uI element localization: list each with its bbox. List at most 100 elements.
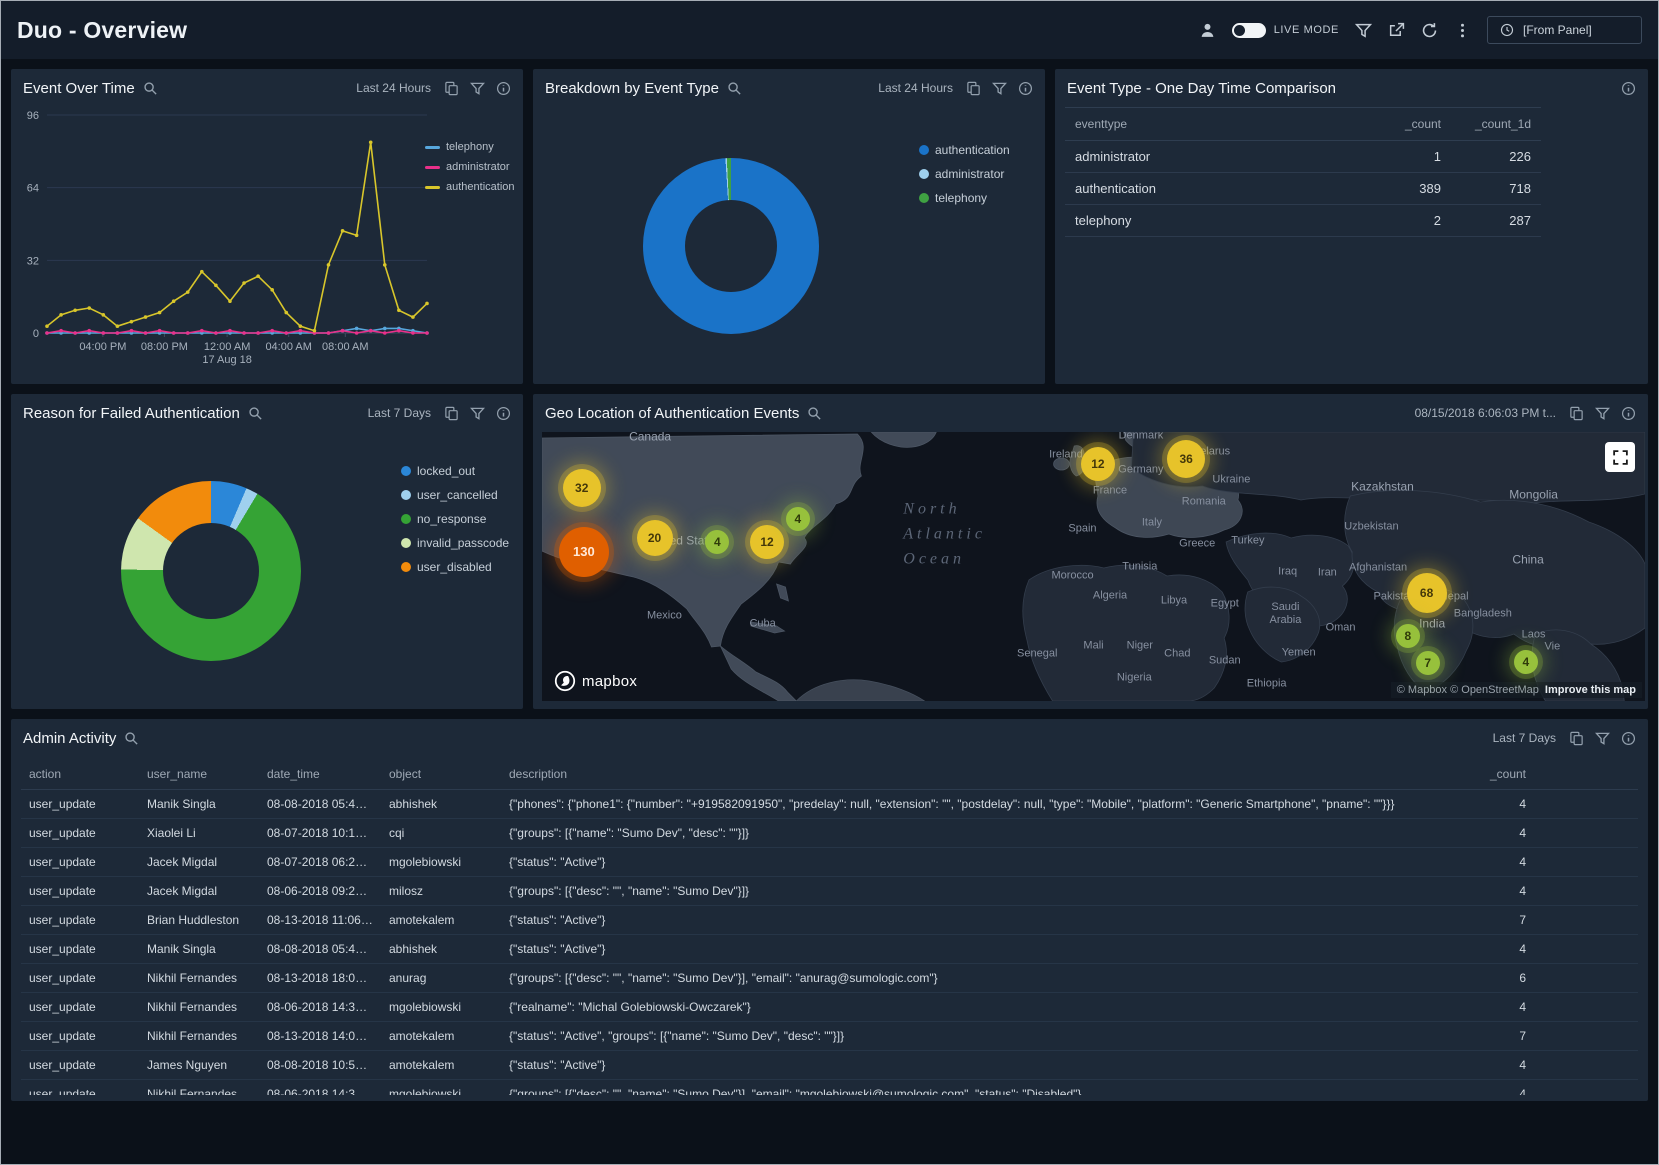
info-icon[interactable] bbox=[1018, 81, 1033, 96]
legend-item[interactable]: no_response bbox=[401, 512, 509, 526]
map-cluster-marker[interactable]: 4 bbox=[705, 530, 729, 554]
map-cluster-marker[interactable]: 7 bbox=[1416, 651, 1440, 675]
copy-icon[interactable] bbox=[1569, 406, 1584, 421]
info-icon[interactable] bbox=[1621, 731, 1636, 746]
column-header[interactable]: action bbox=[21, 759, 139, 790]
filter-icon[interactable] bbox=[992, 81, 1007, 96]
panel-time-range[interactable]: Last 7 Days bbox=[368, 406, 431, 420]
improve-map-link[interactable]: Improve this map bbox=[1545, 684, 1636, 696]
time-range-value: [From Panel] bbox=[1523, 23, 1592, 37]
zoom-in-icon[interactable] bbox=[124, 731, 139, 746]
info-icon[interactable] bbox=[496, 406, 511, 421]
column-header[interactable]: date_time bbox=[259, 759, 381, 790]
table-row[interactable]: user_updateNikhil Fernandes08-06-2018 14… bbox=[21, 993, 1638, 1022]
table-cell: authentication bbox=[1065, 173, 1371, 205]
map-cluster-marker[interactable]: 36 bbox=[1167, 440, 1205, 478]
failed-auth-donut-chart[interactable] bbox=[121, 481, 301, 661]
zoom-in-icon[interactable] bbox=[143, 81, 158, 96]
legend-item[interactable]: telephony bbox=[425, 141, 519, 153]
copy-icon[interactable] bbox=[444, 81, 459, 96]
time-range-selector[interactable]: [From Panel] bbox=[1487, 16, 1642, 44]
dashboard-grid: Event Over Time Last 24 Hours 032649604:… bbox=[1, 59, 1658, 1111]
table-row[interactable]: administrator1226 bbox=[1065, 141, 1541, 173]
zoom-in-icon[interactable] bbox=[248, 406, 263, 421]
user-icon[interactable] bbox=[1199, 22, 1216, 39]
filter-icon[interactable] bbox=[470, 81, 485, 96]
info-icon[interactable] bbox=[1621, 406, 1636, 421]
map-cluster-marker[interactable]: 12 bbox=[750, 525, 784, 559]
map-cluster-marker[interactable]: 4 bbox=[1514, 650, 1538, 674]
column-header[interactable]: _count bbox=[1468, 759, 1638, 790]
copy-icon[interactable] bbox=[444, 406, 459, 421]
filter-icon[interactable] bbox=[470, 406, 485, 421]
panel-time-range[interactable]: Last 24 Hours bbox=[356, 81, 431, 95]
column-header[interactable]: _count bbox=[1371, 108, 1451, 141]
map-cluster-marker[interactable]: 20 bbox=[637, 520, 673, 556]
filter-icon[interactable] bbox=[1355, 22, 1372, 39]
legend-item[interactable]: authentication bbox=[919, 143, 1010, 157]
attribution-text[interactable]: © Mapbox © OpenStreetMap bbox=[1397, 684, 1539, 696]
info-icon[interactable] bbox=[496, 81, 511, 96]
kebab-menu-icon[interactable] bbox=[1454, 22, 1471, 39]
mapbox-wordmark: mapbox bbox=[582, 673, 637, 690]
copy-icon[interactable] bbox=[966, 81, 981, 96]
map-cluster-marker[interactable]: 68 bbox=[1407, 573, 1447, 613]
panel-title: Event Over Time bbox=[23, 80, 135, 97]
legend-item[interactable]: user_disabled bbox=[401, 560, 509, 574]
table-row[interactable]: user_updateXiaolei Li08-07-2018 10:19:57… bbox=[21, 819, 1638, 848]
event-type-donut-chart[interactable] bbox=[643, 158, 819, 334]
table-row[interactable]: user_updateJacek Migdal08-07-2018 06:22:… bbox=[21, 848, 1638, 877]
legend-item[interactable]: locked_out bbox=[401, 464, 509, 478]
legend-item[interactable]: user_cancelled bbox=[401, 488, 509, 502]
legend-item[interactable]: administrator bbox=[919, 167, 1010, 181]
legend-item[interactable]: administrator bbox=[425, 161, 519, 173]
table-cell: abhishek bbox=[381, 935, 501, 964]
map-cluster-marker[interactable]: 12 bbox=[1081, 447, 1115, 481]
table-row[interactable]: user_updateJames Nguyen08-08-2018 10:50:… bbox=[21, 1051, 1638, 1080]
share-icon[interactable] bbox=[1388, 22, 1405, 39]
column-header[interactable]: user_name bbox=[139, 759, 259, 790]
table-row[interactable]: authentication389718 bbox=[1065, 173, 1541, 205]
panel-breakdown-by-event-type: Breakdown by Event Type Last 24 Hours au… bbox=[533, 69, 1045, 384]
map-cluster-marker[interactable]: 32 bbox=[563, 469, 601, 507]
map-cluster-marker[interactable]: 130 bbox=[559, 527, 609, 577]
table-row[interactable]: user_updateNikhil Fernandes08-13-2018 14… bbox=[21, 1022, 1638, 1051]
map-attribution: © Mapbox © OpenStreetMap Improve this ma… bbox=[1391, 682, 1642, 698]
table-row[interactable]: user_updateJacek Migdal08-06-2018 09:29:… bbox=[21, 877, 1638, 906]
filter-icon[interactable] bbox=[1595, 406, 1610, 421]
table-row[interactable]: user_updateBrian Huddleston08-13-2018 11… bbox=[21, 906, 1638, 935]
panel-time-range[interactable]: Last 7 Days bbox=[1493, 731, 1556, 745]
refresh-icon[interactable] bbox=[1421, 22, 1438, 39]
mapbox-logo[interactable]: mapbox bbox=[554, 670, 637, 692]
column-header[interactable]: _count_1d bbox=[1451, 108, 1541, 141]
table-cell: 4 bbox=[1468, 993, 1638, 1022]
panel-time-range[interactable]: 08/15/2018 6:06:03 PM t... bbox=[1415, 406, 1556, 420]
copy-icon[interactable] bbox=[1569, 731, 1584, 746]
legend-item[interactable]: authentication bbox=[425, 181, 519, 193]
zoom-in-icon[interactable] bbox=[727, 81, 742, 96]
live-mode-toggle[interactable] bbox=[1232, 23, 1266, 38]
zoom-in-icon[interactable] bbox=[807, 406, 822, 421]
panel-time-range[interactable]: Last 24 Hours bbox=[878, 81, 953, 95]
legend-item[interactable]: telephony bbox=[919, 191, 1010, 205]
fullscreen-button[interactable] bbox=[1605, 442, 1635, 472]
table-row[interactable]: telephony2287 bbox=[1065, 205, 1541, 237]
table-row[interactable]: user_updateNikhil Fernandes08-13-2018 18… bbox=[21, 964, 1638, 993]
column-header[interactable]: eventtype bbox=[1065, 108, 1371, 141]
filter-icon[interactable] bbox=[1595, 731, 1610, 746]
map-cluster-marker[interactable]: 8 bbox=[1396, 624, 1420, 648]
table-cell: Jacek Migdal bbox=[139, 848, 259, 877]
table-cell: mgolebiowski bbox=[381, 993, 501, 1022]
map-canvas[interactable]: North Atlantic Ocean mapbox © Mapbox © O… bbox=[542, 432, 1645, 701]
column-header[interactable]: description bbox=[501, 759, 1468, 790]
legend-item[interactable]: invalid_passcode bbox=[401, 536, 509, 550]
map-cluster-marker[interactable]: 4 bbox=[786, 507, 810, 531]
table-cell: 08-13-2018 14:06:57 bbox=[259, 1022, 381, 1051]
table-row[interactable]: user_updateManik Singla08-08-2018 05:44:… bbox=[21, 790, 1638, 819]
column-header[interactable]: object bbox=[381, 759, 501, 790]
info-icon[interactable] bbox=[1621, 81, 1636, 96]
table-row[interactable]: user_updateNikhil Fernandes08-06-2018 14… bbox=[21, 1080, 1638, 1096]
table-row[interactable]: user_updateManik Singla08-08-2018 05:42:… bbox=[21, 935, 1638, 964]
table-cell: milosz bbox=[381, 877, 501, 906]
svg-text:96: 96 bbox=[27, 110, 39, 122]
